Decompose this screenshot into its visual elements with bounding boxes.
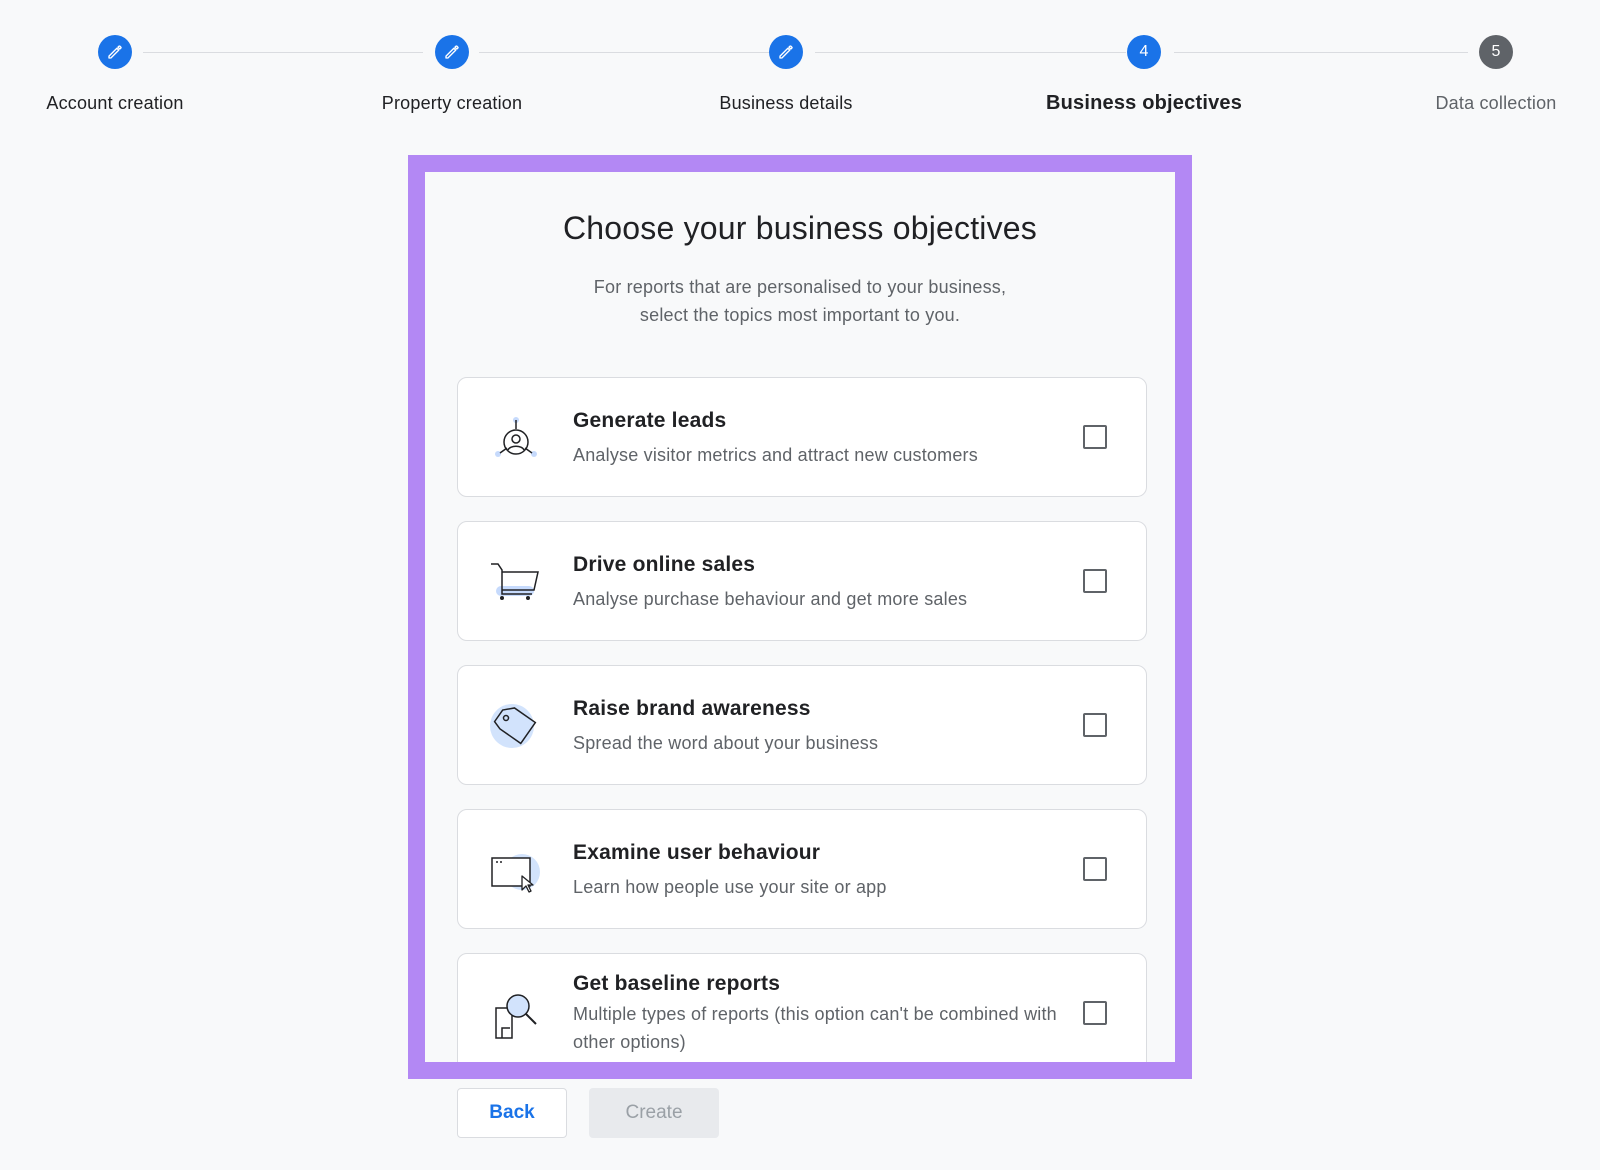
step-business-details[interactable]: Business details <box>666 35 906 114</box>
browser-cursor-icon <box>488 844 544 900</box>
step-account-creation[interactable]: Account creation <box>0 35 235 114</box>
option-description: Spread the word about your business <box>573 733 879 753</box>
option-description: Multiple types of reports (this option c… <box>573 1004 1057 1052</box>
subtitle-line: select the topics most important to you. <box>639 305 961 325</box>
tag-icon <box>488 700 544 756</box>
option-description: Learn how people use your site or app <box>573 877 887 897</box>
step-edit-circle[interactable] <box>435 35 469 69</box>
get-baseline-reports-checkbox[interactable] <box>1083 1001 1107 1025</box>
step-property-creation[interactable]: Property creation <box>332 35 572 114</box>
option-title: Generate leads <box>573 409 727 432</box>
page-title: Choose your business objectives <box>562 210 1037 246</box>
shopping-cart-icon <box>488 556 544 612</box>
option-title: Raise brand awareness <box>573 697 811 720</box>
step-data-collection: 5 Data collection <box>1376 35 1600 114</box>
option-generate-leads[interactable]: Generate leads Analyse visitor metrics a… <box>457 377 1147 497</box>
step-label-active: Business objectives <box>1045 92 1243 114</box>
back-button[interactable]: Back <box>457 1088 567 1138</box>
option-title: Examine user behaviour <box>573 841 821 864</box>
step-label: Data collection <box>1435 93 1557 113</box>
option-get-baseline-reports[interactable]: Get baseline reports Multiple types of r… <box>457 953 1147 1062</box>
option-examine-user-behaviour[interactable]: Examine user behaviour Learn how people … <box>457 809 1147 929</box>
objectives-panel: Choose your business objectives For repo… <box>408 155 1192 1079</box>
option-text: Get baseline reports Multiple types of r… <box>573 972 1073 1056</box>
option-title: Get baseline reports <box>573 972 781 995</box>
option-text: Generate leads Analyse visitor metrics a… <box>573 409 1073 469</box>
generate-leads-checkbox[interactable] <box>1083 425 1107 449</box>
option-text: Raise brand awareness Spread the word ab… <box>573 697 1073 757</box>
pencil-icon <box>108 45 122 59</box>
raise-brand-awareness-checkbox[interactable] <box>1083 713 1107 737</box>
option-description: Analyse visitor metrics and attract new … <box>573 445 978 465</box>
page-subtitle: For reports that are personalised to you… <box>425 273 1175 329</box>
option-text: Examine user behaviour Learn how people … <box>573 841 1073 901</box>
step-number-circle: 4 <box>1127 35 1161 69</box>
step-label: Property creation <box>381 93 523 113</box>
step-number-circle: 5 <box>1479 35 1513 69</box>
option-text: Drive online sales Analyse purchase beha… <box>573 553 1073 613</box>
step-business-objectives: 4 Business objectives <box>1024 35 1264 115</box>
step-edit-circle[interactable] <box>98 35 132 69</box>
pencil-icon <box>445 45 459 59</box>
examine-user-behaviour-checkbox[interactable] <box>1083 857 1107 881</box>
step-label: Account creation <box>46 93 184 113</box>
pencil-icon <box>779 45 793 59</box>
leads-icon <box>488 412 544 468</box>
option-title: Drive online sales <box>573 553 756 576</box>
objective-options-list: Generate leads Analyse visitor metrics a… <box>457 377 1147 1062</box>
option-drive-online-sales[interactable]: Drive online sales Analyse purchase beha… <box>457 521 1147 641</box>
setup-stepper: Account creation Property creation Busin… <box>0 0 1600 130</box>
create-button[interactable]: Create <box>589 1088 719 1138</box>
step-edit-circle[interactable] <box>769 35 803 69</box>
drive-online-sales-checkbox[interactable] <box>1083 569 1107 593</box>
step-label: Business details <box>719 93 853 113</box>
option-raise-brand-awareness[interactable]: Raise brand awareness Spread the word ab… <box>457 665 1147 785</box>
subtitle-line: For reports that are personalised to you… <box>593 277 1007 297</box>
option-description: Analyse purchase behaviour and get more … <box>573 589 968 609</box>
report-magnifier-icon <box>488 988 544 1044</box>
